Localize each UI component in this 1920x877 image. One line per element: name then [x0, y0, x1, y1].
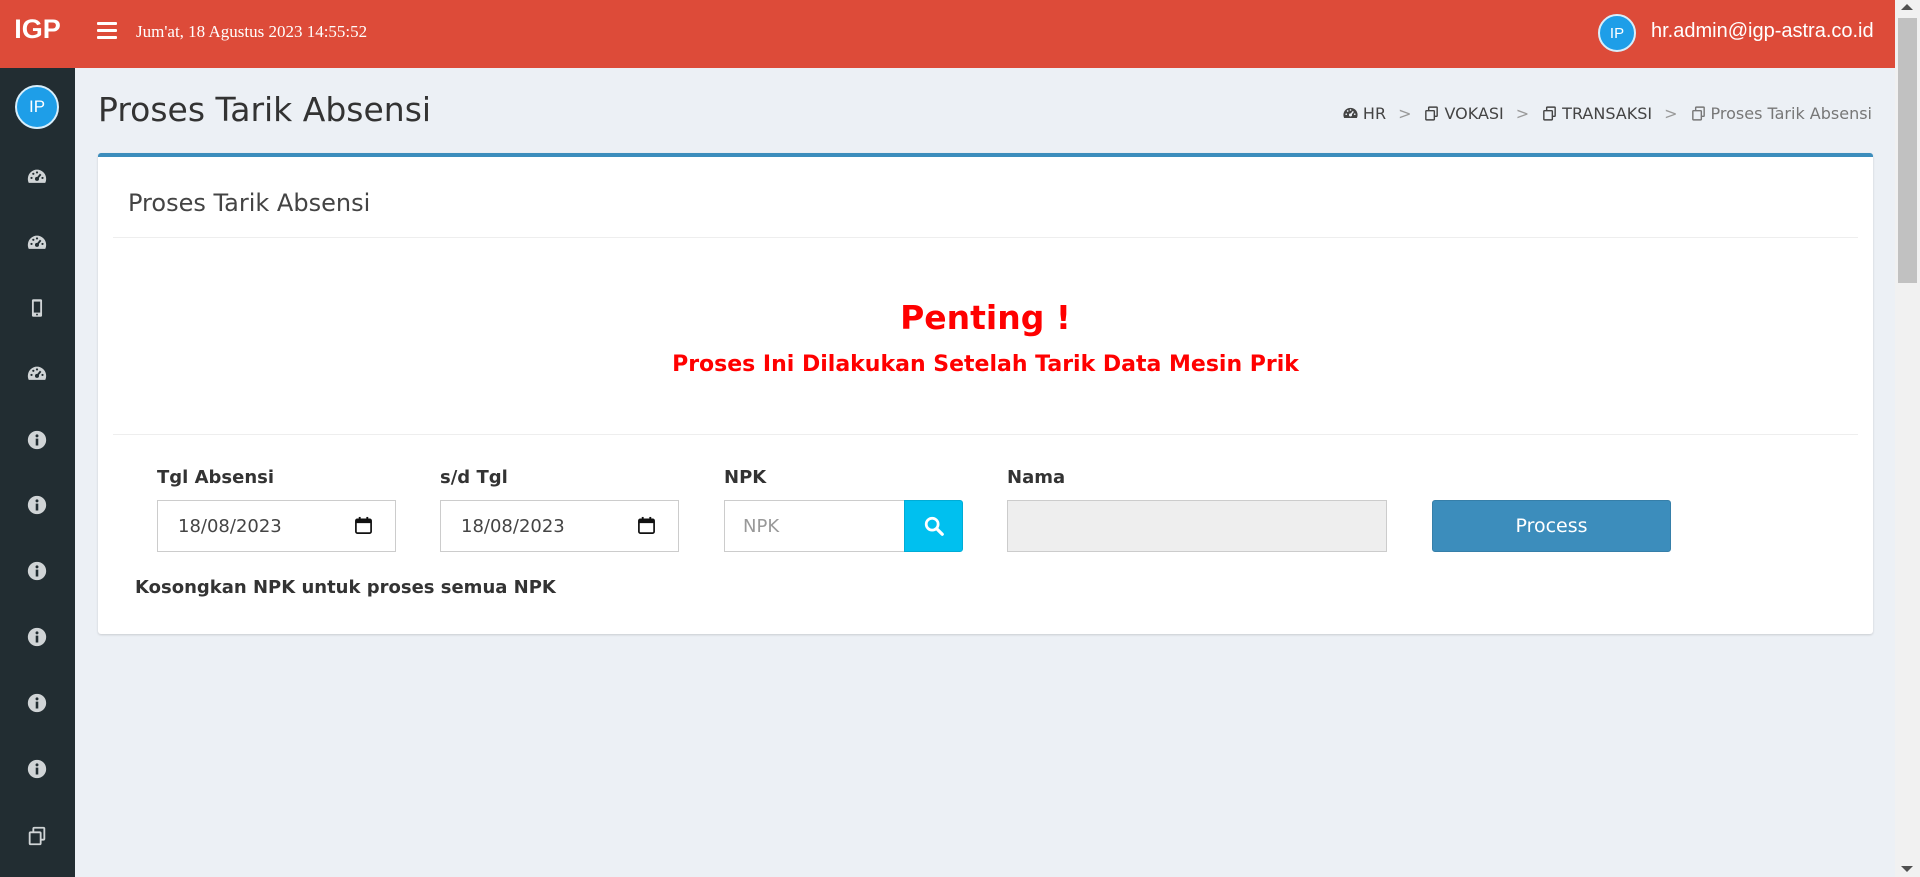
scroll-down-arrow-icon[interactable]	[1901, 866, 1913, 872]
mobile-icon[interactable]	[25, 296, 49, 320]
npk-label: NPK	[724, 467, 767, 488]
content-box: Proses Tarik Absensi Penting ! Proses In…	[98, 153, 1873, 634]
nama-field	[1007, 500, 1387, 552]
alert-title: Penting !	[900, 298, 1071, 337]
breadcrumb-item-hr[interactable]: HR	[1342, 104, 1386, 123]
menu-toggle-icon[interactable]	[97, 22, 117, 44]
breadcrumb: HR > VOKASI > TRANSAKSI > Proses Tarik A…	[1342, 104, 1872, 123]
user-email[interactable]: hr.admin@igp-astra.co.id	[1651, 20, 1874, 43]
breadcrumb-separator: >	[1398, 104, 1412, 123]
current-datetime: Jum'at, 18 Agustus 2023 14:55:52	[136, 22, 368, 41]
dashboard-icon[interactable]	[25, 362, 49, 386]
info-icon[interactable]	[25, 428, 49, 452]
sidebar: IGP IP	[0, 0, 75, 877]
calendar-icon[interactable]	[637, 516, 656, 535]
nama-label: Nama	[1007, 467, 1066, 488]
search-button[interactable]	[904, 500, 963, 552]
breadcrumb-item-vokasi[interactable]: VOKASI	[1423, 104, 1504, 123]
alert-subtitle: Proses Ini Dilakukan Setelah Tarik Data …	[672, 352, 1299, 377]
copy-icon[interactable]	[25, 824, 49, 848]
hint-text: Kosongkan NPK untuk proses semua NPK	[135, 577, 556, 598]
copy-icon	[1691, 106, 1705, 121]
top-header: Jum'at, 18 Agustus 2023 14:55:52 IP hr.a…	[75, 0, 1895, 68]
sd-tgl-label: s/d Tgl	[440, 467, 508, 488]
info-icon[interactable]	[25, 757, 49, 781]
info-icon[interactable]	[25, 559, 49, 583]
breadcrumb-label: HR	[1362, 104, 1387, 123]
info-icon[interactable]	[25, 625, 49, 649]
page-title: Proses Tarik Absensi	[98, 90, 432, 129]
copy-icon	[1543, 106, 1557, 121]
npk-input[interactable]: NPK	[724, 500, 905, 552]
breadcrumb-item-current: Proses Tarik Absensi	[1690, 104, 1873, 123]
app-logo[interactable]: IGP	[0, 0, 75, 68]
breadcrumb-label: Proses Tarik Absensi	[1710, 104, 1873, 123]
process-button[interactable]: Process	[1432, 500, 1671, 552]
breadcrumb-separator: >	[1515, 104, 1530, 123]
info-icon[interactable]	[25, 691, 49, 715]
info-icon[interactable]	[25, 493, 49, 517]
user-avatar[interactable]: IP	[15, 85, 59, 129]
sd-tgl-input[interactable]: 18/08/2023	[440, 500, 679, 552]
user-avatar[interactable]: IP	[1598, 14, 1636, 52]
divider	[113, 434, 1858, 435]
scroll-up-arrow-icon[interactable]	[1901, 4, 1913, 10]
dashboard-icon	[1343, 107, 1358, 119]
dashboard-icon[interactable]	[25, 165, 49, 189]
calendar-icon[interactable]	[354, 516, 373, 535]
divider	[113, 237, 1858, 238]
dashboard-icon[interactable]	[25, 231, 49, 255]
copy-icon	[1425, 106, 1439, 121]
breadcrumb-label: VOKASI	[1444, 104, 1504, 123]
breadcrumb-separator: >	[1664, 104, 1678, 123]
sd-tgl-value: 18/08/2023	[461, 515, 565, 537]
search-icon	[924, 516, 944, 536]
box-title: Proses Tarik Absensi	[128, 189, 371, 217]
breadcrumb-label: TRANSAKSI	[1562, 104, 1653, 123]
breadcrumb-item-transaksi[interactable]: TRANSAKSI	[1541, 104, 1652, 123]
tgl-absensi-value: 18/08/2023	[178, 515, 282, 537]
tgl-absensi-label: Tgl Absensi	[157, 467, 275, 488]
tgl-absensi-input[interactable]: 18/08/2023	[157, 500, 396, 552]
scrollbar-thumb[interactable]	[1898, 18, 1917, 283]
